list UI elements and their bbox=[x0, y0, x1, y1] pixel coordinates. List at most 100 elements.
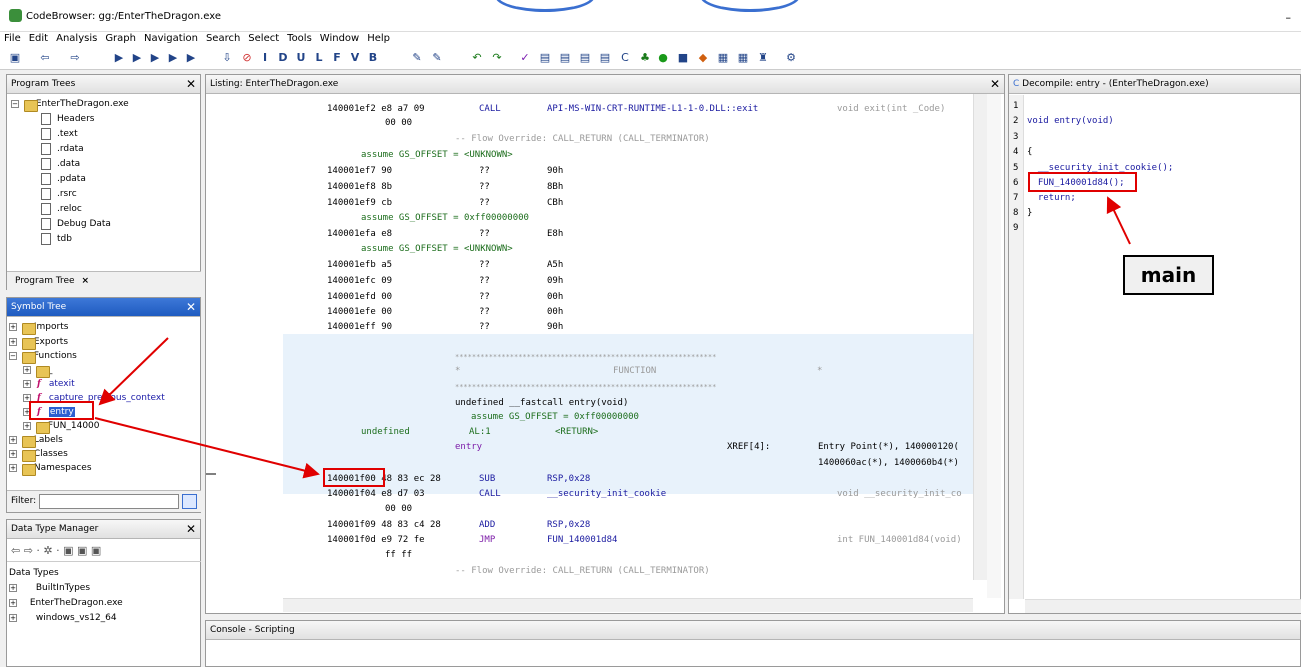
menu-help[interactable]: Help bbox=[363, 32, 394, 44]
tree-item[interactable]: .text bbox=[41, 127, 78, 141]
b-icon[interactable]: B bbox=[366, 50, 380, 65]
listing-vscrollbar[interactable] bbox=[973, 94, 987, 580]
close-icon[interactable]: ✕ bbox=[990, 75, 1000, 94]
tool-icon[interactable]: ♜ bbox=[756, 50, 770, 65]
menu-window[interactable]: Window bbox=[316, 32, 363, 44]
tree-item[interactable]: .data bbox=[41, 157, 80, 171]
close-icon[interactable]: ✕ bbox=[186, 75, 196, 94]
menu-file[interactable]: File bbox=[0, 32, 25, 44]
tool-icon[interactable]: C bbox=[618, 50, 632, 65]
tool-icon[interactable]: ▦ bbox=[716, 50, 730, 65]
filter-options-icon[interactable] bbox=[182, 494, 197, 509]
listing-hscrollbar[interactable] bbox=[283, 598, 973, 612]
nav-icon[interactable]: ▶ bbox=[130, 50, 144, 65]
close-icon[interactable]: ✕ bbox=[186, 520, 196, 539]
tree-classes[interactable]: + Classes bbox=[9, 447, 68, 462]
back-icon[interactable]: ⇦ bbox=[38, 50, 52, 65]
tool-icon[interactable]: ▤ bbox=[558, 50, 572, 65]
tool-icon[interactable]: ✎ bbox=[410, 50, 424, 65]
check-icon[interactable]: ✓ bbox=[518, 50, 532, 65]
tool-icon[interactable]: ▦ bbox=[736, 50, 750, 65]
folder-icon bbox=[21, 97, 38, 112]
i-icon[interactable]: I bbox=[258, 50, 272, 65]
window-title: CodeBrowser: gg:/EnterTheDragon.exe bbox=[26, 11, 222, 22]
close-tab-icon[interactable]: × bbox=[81, 276, 89, 286]
tree-root[interactable]: − EnterTheDragon.exe bbox=[11, 97, 129, 112]
menu-bar: File Edit Analysis Graph Navigation Search Sel… bbox=[0, 32, 1301, 47]
filter-input[interactable] bbox=[39, 494, 179, 509]
listing-row[interactable]: 140001ef2 e8 a7 09 bbox=[327, 102, 425, 116]
listing-overview-bar bbox=[987, 94, 1001, 598]
main-call-highlight-box bbox=[1028, 172, 1137, 192]
stop-icon[interactable]: ⊘ bbox=[240, 50, 254, 65]
menu-search[interactable]: Search bbox=[202, 32, 244, 44]
tree-functions[interactable]: − Functions bbox=[9, 349, 77, 364]
tree-atexit[interactable]: + f atexit bbox=[23, 377, 75, 391]
tree-item[interactable]: Headers bbox=[41, 112, 94, 126]
tree-item[interactable]: Debug Data bbox=[41, 217, 111, 231]
tree-icon[interactable]: ♣ bbox=[638, 50, 652, 65]
tree-underscore[interactable]: + _ bbox=[23, 363, 52, 378]
tree-fun-14000[interactable]: + FUN_14000 bbox=[23, 419, 100, 434]
tree-item[interactable]: .reloc bbox=[41, 202, 82, 216]
tree-item[interactable]: .rsrc bbox=[41, 187, 77, 201]
arrow-down-icon[interactable]: ⇩ bbox=[220, 50, 234, 65]
decompile-hscrollbar[interactable] bbox=[1025, 599, 1301, 613]
function-icon: f bbox=[37, 379, 41, 389]
tree-exports[interactable]: + Exports bbox=[9, 335, 68, 350]
program-trees-header: Program Trees ✕ bbox=[7, 75, 200, 94]
menu-select[interactable]: Select bbox=[244, 32, 283, 44]
decompile-line[interactable]: void entry(void) bbox=[1027, 114, 1114, 128]
dtm-root[interactable]: Data Types bbox=[9, 566, 59, 580]
dtm-windows[interactable]: + windows_vs12_64 bbox=[9, 611, 117, 625]
menu-navigation[interactable]: Navigation bbox=[140, 32, 202, 44]
decorative-arc bbox=[495, 0, 595, 12]
dtm-builtin[interactable]: + BuiltInTypes bbox=[9, 581, 90, 595]
listing-body[interactable]: 140001ef2 e8 a7 09 CALL API-MS-WIN-CRT-R… bbox=[283, 94, 973, 598]
tree-item[interactable]: .rdata bbox=[41, 142, 84, 156]
f-icon[interactable]: F bbox=[330, 50, 344, 65]
tree-namespaces[interactable]: + Namespaces bbox=[9, 461, 92, 476]
filter-bar: Filter: bbox=[7, 490, 201, 512]
nav-icon[interactable]: ▶ bbox=[166, 50, 180, 65]
close-icon[interactable]: ✕ bbox=[186, 298, 196, 317]
tool-icon[interactable]: ⚙ bbox=[784, 50, 798, 65]
title-bar: CodeBrowser: gg:/EnterTheDragon.exe – bbox=[0, 0, 1301, 32]
u-icon[interactable]: U bbox=[294, 50, 308, 65]
nav-icon[interactable]: ▶ bbox=[148, 50, 162, 65]
tool-icon[interactable]: ▤ bbox=[578, 50, 592, 65]
data-type-manager-panel: Data Type Manager ✕ ⇦ ⇨ · ✲ · ▣ ▣ ▣ Data… bbox=[6, 519, 201, 667]
menu-tools[interactable]: Tools bbox=[283, 32, 316, 44]
dtm-program[interactable]: + EnterTheDragon.exe bbox=[9, 596, 123, 610]
decompile-line[interactable]: } bbox=[1027, 206, 1032, 220]
tool-icon[interactable]: ✎ bbox=[430, 50, 444, 65]
document-icon bbox=[41, 157, 51, 170]
d-icon[interactable]: D bbox=[276, 50, 290, 65]
minimize-button[interactable]: – bbox=[1286, 11, 1292, 24]
l-icon[interactable]: L bbox=[312, 50, 326, 65]
program-tree-tab[interactable]: Program Tree × bbox=[7, 271, 201, 290]
menu-edit[interactable]: Edit bbox=[25, 32, 52, 44]
tree-imports[interactable]: + Imports bbox=[9, 320, 68, 335]
nav-icon[interactable]: ▶ bbox=[112, 50, 126, 65]
save-icon[interactable]: ▣ bbox=[8, 50, 22, 65]
undo-icon[interactable]: ↶ bbox=[470, 50, 484, 65]
menu-analysis[interactable]: Analysis bbox=[52, 32, 101, 44]
tool-icon[interactable]: ▤ bbox=[598, 50, 612, 65]
v-icon[interactable]: V bbox=[348, 50, 362, 65]
diamond-icon[interactable]: ◆ bbox=[696, 50, 710, 65]
tool-icon[interactable]: ▤ bbox=[538, 50, 552, 65]
decompile-line[interactable]: return; bbox=[1027, 191, 1076, 205]
tree-item[interactable]: tdb bbox=[41, 232, 72, 246]
main-toolbar: ▣ ⇦ ⇨ ▶ ▶ ▶ ▶ ▶ ⇩ ⊘ I D U L F V B ✎ ✎ ↶ … bbox=[0, 47, 1301, 70]
run-icon[interactable]: ● bbox=[656, 50, 670, 65]
dtm-toolbar: ⇦ ⇨ · ✲ · ▣ ▣ ▣ bbox=[7, 540, 201, 562]
forward-icon[interactable]: ⇨ bbox=[68, 50, 82, 65]
tree-labels[interactable]: + Labels bbox=[9, 433, 63, 448]
decompile-line[interactable]: { bbox=[1027, 145, 1032, 159]
nav-icon[interactable]: ▶ bbox=[184, 50, 198, 65]
tree-item[interactable]: .pdata bbox=[41, 172, 86, 186]
tool-icon[interactable]: ■ bbox=[676, 50, 690, 65]
redo-icon[interactable]: ↷ bbox=[490, 50, 504, 65]
menu-graph[interactable]: Graph bbox=[101, 32, 140, 44]
